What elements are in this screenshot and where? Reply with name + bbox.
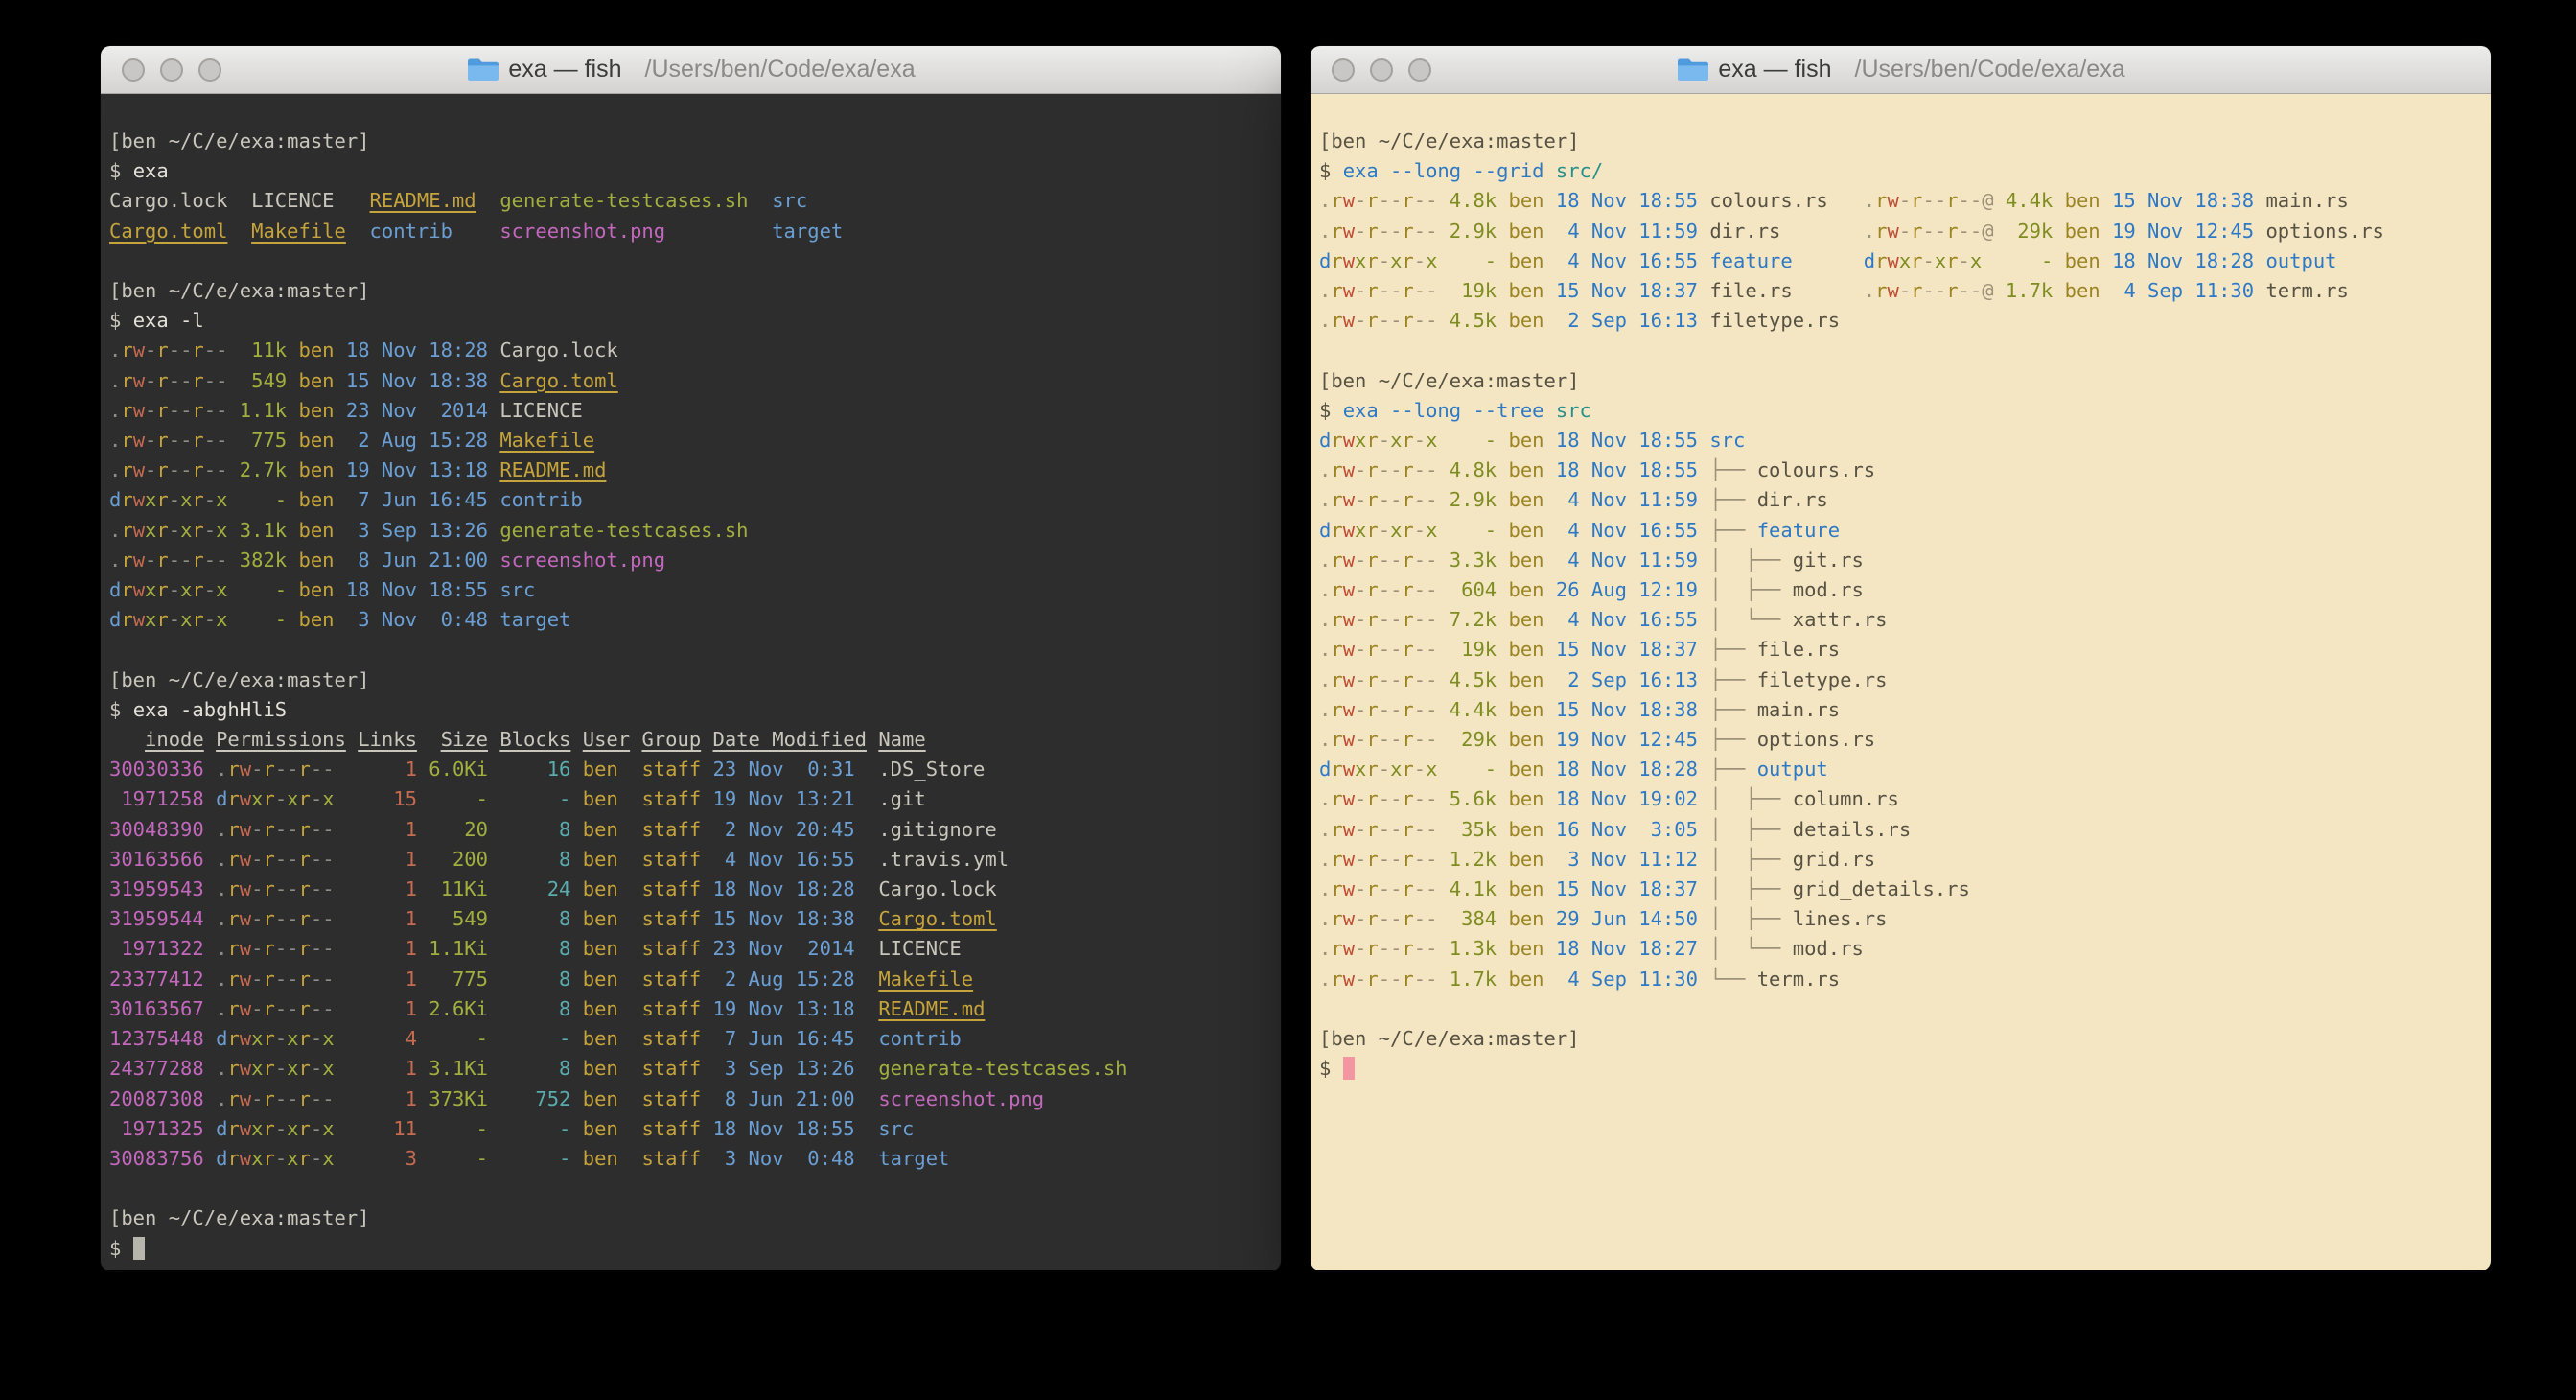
terminal-line: Cargo.lock LICENCE README.md generate-te… bbox=[109, 186, 1273, 216]
terminal-line: drwxr-xr-x - ben 3 Nov 0:48 target bbox=[109, 605, 1273, 635]
terminal-line: inode Permissions Links Size Blocks User… bbox=[109, 725, 1273, 755]
terminal-line: .rw-r--r-- 2.9k ben 4 Nov 11:59 ├── dir.… bbox=[1319, 485, 2483, 515]
terminal-line: .rw-r--r-- 1.7k ben 4 Sep 11:30 └── term… bbox=[1319, 965, 2483, 994]
terminal-line: .rwxr-xr-x 3.1k ben 3 Sep 13:26 generate… bbox=[109, 516, 1273, 546]
terminal-line: .rw-r--r-- 4.1k ben 15 Nov 18:37 │ ├── g… bbox=[1319, 875, 2483, 904]
terminal-line: .rw-r--r-- 4.8k ben 18 Nov 18:55 colours… bbox=[1319, 186, 2483, 216]
terminal-line: drwxr-xr-x - ben 18 Nov 18:55 src bbox=[109, 575, 1273, 605]
window-title-group: exa — fish /Users/ben/Code/exa/exa bbox=[1676, 56, 2124, 83]
terminal-line: 1971325 drwxr-xr-x 11 - - ben staff 18 N… bbox=[109, 1114, 1273, 1144]
terminal-line: .rw-r--r-- 2.9k ben 4 Nov 11:59 dir.rs .… bbox=[1319, 217, 2483, 246]
window-title: exa — fish bbox=[1718, 56, 1831, 83]
window-title-path: /Users/ben/Code/exa/exa bbox=[645, 56, 916, 83]
terminal-line: drwxr-xr-x - ben 7 Jun 16:45 contrib bbox=[109, 485, 1273, 515]
terminal-line: 30083756 drwxr-xr-x 3 - - ben staff 3 No… bbox=[109, 1144, 1273, 1174]
terminal-line: .rw-r--r-- 7.2k ben 4 Nov 16:55 │ └── xa… bbox=[1319, 605, 2483, 635]
terminal-line: $ exa -l bbox=[109, 306, 1273, 336]
window-title-path: /Users/ben/Code/exa/exa bbox=[1855, 56, 2125, 83]
terminal-line: [ben ~/C/e/exa:master] bbox=[109, 127, 1273, 156]
terminal-line: $ exa --long --tree src bbox=[1319, 396, 2483, 426]
terminal-line: 31959544 .rw-r--r-- 1 549 8 ben staff 15… bbox=[109, 904, 1273, 934]
terminal-line: .rw-r--r-- 1.2k ben 3 Nov 11:12 │ ├── gr… bbox=[1319, 845, 2483, 875]
terminal-line: .rw-r--r-- 19k ben 15 Nov 18:37 ├── file… bbox=[1319, 635, 2483, 665]
terminal-line: drwxr-xr-x - ben 18 Nov 18:28 ├── output bbox=[1319, 755, 2483, 784]
terminal-line: .rw-r--r-- 2.7k ben 19 Nov 13:18 README.… bbox=[109, 455, 1273, 485]
zoom-button[interactable] bbox=[1408, 58, 1431, 82]
terminal-line: [ben ~/C/e/exa:master] bbox=[1319, 1024, 2483, 1054]
terminal-line bbox=[1319, 336, 2483, 365]
close-button[interactable] bbox=[1332, 58, 1355, 82]
terminal-line: drwxr-xr-x - ben 4 Nov 16:55 ├── feature bbox=[1319, 516, 2483, 546]
terminal-line: 31959543 .rw-r--r-- 1 11Ki 24 ben staff … bbox=[109, 875, 1273, 904]
terminal-line: drwxr-xr-x - ben 18 Nov 18:55 src bbox=[1319, 426, 2483, 455]
terminal-line: .rw-r--r-- 1.3k ben 18 Nov 18:27 │ └── m… bbox=[1319, 934, 2483, 964]
terminal-line: .rw-r--r-- 384 ben 29 Jun 14:50 │ ├── li… bbox=[1319, 904, 2483, 934]
terminal-line: $ exa --long --grid src/ bbox=[1319, 156, 2483, 186]
terminal-line: 20087308 .rw-r--r-- 1 373Ki 752 ben staf… bbox=[109, 1085, 1273, 1114]
zoom-button[interactable] bbox=[198, 58, 221, 82]
terminal-window-light: exa — fish /Users/ben/Code/exa/exa [ben … bbox=[1311, 46, 2491, 1271]
terminal-line: .rw-r--r-- 4.4k ben 15 Nov 18:38 ├── mai… bbox=[1319, 695, 2483, 725]
terminal-line bbox=[109, 1174, 1273, 1203]
folder-icon[interactable] bbox=[466, 57, 499, 82]
terminal-line: .rw-r--r-- 4.5k ben 2 Sep 16:13 ├── file… bbox=[1319, 665, 2483, 695]
terminal-line: .rw-r--r-- 382k ben 8 Jun 21:00 screensh… bbox=[109, 546, 1273, 575]
terminal-line: Cargo.toml Makefile contrib screenshot.p… bbox=[109, 217, 1273, 246]
terminal-line: .rw-r--r-- 11k ben 18 Nov 18:28 Cargo.lo… bbox=[109, 336, 1273, 365]
terminal-screen-dark[interactable]: [ben ~/C/e/exa:master]$ exaCargo.lock LI… bbox=[101, 94, 1281, 1270]
terminal-line: 30163566 .rw-r--r-- 1 200 8 ben staff 4 … bbox=[109, 845, 1273, 875]
close-button[interactable] bbox=[122, 58, 145, 82]
terminal-line: 1971258 drwxr-xr-x 15 - - ben staff 19 N… bbox=[109, 784, 1273, 814]
minimize-button[interactable] bbox=[160, 58, 183, 82]
terminal-line: .rw-r--r-- 1.1k ben 23 Nov 2014 LICENCE bbox=[109, 396, 1273, 426]
minimize-button[interactable] bbox=[1370, 58, 1393, 82]
terminal-line: 30163567 .rw-r--r-- 1 2.6Ki 8 ben staff … bbox=[109, 994, 1273, 1024]
terminal-line bbox=[1319, 994, 2483, 1024]
terminal-line: .rw-r--r-- 775 ben 2 Aug 15:28 Makefile bbox=[109, 426, 1273, 455]
terminal-line: 1971322 .rw-r--r-- 1 1.1Ki 8 ben staff 2… bbox=[109, 934, 1273, 964]
terminal-line: [ben ~/C/e/exa:master] bbox=[109, 1203, 1273, 1233]
terminal-line: .rw-r--r-- 549 ben 15 Nov 18:38 Cargo.to… bbox=[109, 366, 1273, 396]
terminal-line: .rw-r--r-- 35k ben 16 Nov 3:05 │ ├── det… bbox=[1319, 815, 2483, 845]
terminal-line: 23377412 .rw-r--r-- 1 775 8 ben staff 2 … bbox=[109, 965, 1273, 994]
terminal-line: .rw-r--r-- 4.8k ben 18 Nov 18:55 ├── col… bbox=[1319, 455, 2483, 485]
terminal-line: $ exa -abghHliS bbox=[109, 695, 1273, 725]
terminal-line: .rw-r--r-- 4.5k ben 2 Sep 16:13 filetype… bbox=[1319, 306, 2483, 336]
window-title: exa — fish bbox=[508, 56, 621, 83]
folder-icon[interactable] bbox=[1676, 57, 1708, 82]
terminal-line: .rw-r--r-- 604 ben 26 Aug 12:19 │ ├── mo… bbox=[1319, 575, 2483, 605]
titlebar[interactable]: exa — fish /Users/ben/Code/exa/exa bbox=[101, 46, 1281, 94]
terminal-line: .rw-r--r-- 29k ben 19 Nov 12:45 ├── opti… bbox=[1319, 725, 2483, 755]
terminal-line: [ben ~/C/e/exa:master] bbox=[1319, 127, 2483, 156]
terminal-line bbox=[109, 246, 1273, 276]
traffic-lights bbox=[122, 58, 221, 82]
terminal-line: [ben ~/C/e/exa:master] bbox=[1319, 366, 2483, 396]
terminal-line bbox=[109, 635, 1273, 665]
terminal-line: 12375448 drwxr-xr-x 4 - - ben staff 7 Ju… bbox=[109, 1024, 1273, 1054]
terminal-screen-light[interactable]: [ben ~/C/e/exa:master]$ exa --long --gri… bbox=[1311, 94, 2491, 1270]
terminal-line: [ben ~/C/e/exa:master] bbox=[109, 276, 1273, 306]
titlebar[interactable]: exa — fish /Users/ben/Code/exa/exa bbox=[1311, 46, 2491, 94]
terminal-line: .rw-r--r-- 3.3k ben 4 Nov 11:59 │ ├── gi… bbox=[1319, 546, 2483, 575]
terminal-line: 30030336 .rw-r--r-- 1 6.0Ki 16 ben staff… bbox=[109, 755, 1273, 784]
terminal-line: $ exa bbox=[109, 156, 1273, 186]
terminal-line: 24377288 .rwxr-xr-x 1 3.1Ki 8 ben staff … bbox=[109, 1054, 1273, 1084]
window-title-group: exa — fish /Users/ben/Code/exa/exa bbox=[466, 56, 915, 83]
traffic-lights bbox=[1332, 58, 1431, 82]
terminal-line: .rw-r--r-- 19k ben 15 Nov 18:37 file.rs … bbox=[1319, 276, 2483, 306]
terminal-line: [ben ~/C/e/exa:master] bbox=[109, 665, 1273, 695]
terminal-line: $ bbox=[1319, 1054, 2483, 1084]
terminal-line: 30048390 .rw-r--r-- 1 20 8 ben staff 2 N… bbox=[109, 815, 1273, 845]
terminal-line: drwxr-xr-x - ben 4 Nov 16:55 feature drw… bbox=[1319, 246, 2483, 276]
terminal-line: $ bbox=[109, 1234, 1273, 1264]
terminal-line: .rw-r--r-- 5.6k ben 18 Nov 19:02 │ ├── c… bbox=[1319, 784, 2483, 814]
terminal-window-dark: exa — fish /Users/ben/Code/exa/exa [ben … bbox=[101, 46, 1281, 1271]
